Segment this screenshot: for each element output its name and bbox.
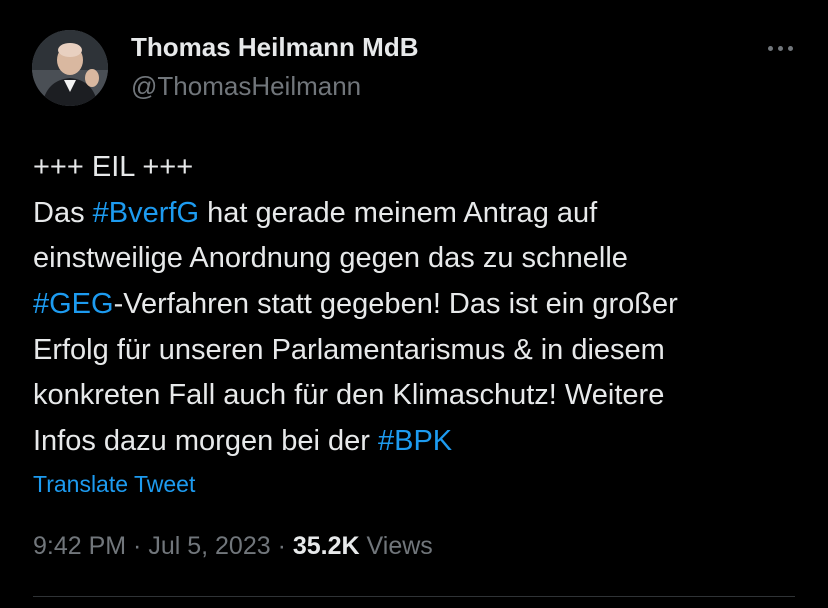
meta-separator: · — [126, 532, 149, 560]
tweet-date[interactable]: Jul 5, 2023 — [148, 532, 270, 560]
tweet-time[interactable]: 9:42 PM — [33, 532, 126, 560]
views-count[interactable]: 35.2K — [293, 532, 360, 560]
translate-tweet-link[interactable]: Translate Tweet — [33, 471, 195, 498]
tweet-text-segment: -Verfahren statt gegeben! Das ist ein gr… — [113, 288, 678, 321]
avatar[interactable] — [32, 30, 108, 106]
divider — [33, 596, 795, 597]
tweet-text-segment: Das — [33, 196, 93, 229]
tweet-text: +++ EIL +++ Das #BverfG hat gerade meine… — [33, 145, 803, 465]
meta-separator: · — [270, 532, 293, 560]
more-horizontal-icon — [787, 45, 793, 51]
tweet-line: konkreten Fall auch für den Klimaschutz!… — [33, 373, 803, 419]
author-handle[interactable]: @ThomasHeilmann — [131, 71, 361, 102]
hashtag-link[interactable]: #GEG — [33, 288, 114, 320]
tweet-line: Erfolg für unseren Parlamentarismus & in… — [33, 328, 803, 374]
tweet-line: +++ EIL +++ — [33, 145, 803, 191]
more-options-button[interactable] — [760, 36, 800, 60]
hashtag-link[interactable]: #BverfG — [93, 197, 199, 229]
tweet-line: einstweilige Anordnung gegen das zu schn… — [33, 236, 803, 282]
more-horizontal-icon — [777, 45, 783, 51]
tweet: Thomas Heilmann MdB @ThomasHeilmann +++ … — [0, 0, 828, 608]
tweet-line: Das #BverfG hat gerade meinem Antrag auf — [33, 191, 803, 237]
tweet-text-segment: Infos dazu morgen bei der — [33, 425, 378, 458]
tweet-metadata: 9:42 PM · Jul 5, 2023 · 35.2K Views — [33, 532, 433, 561]
tweet-line: #GEG-Verfahren statt gegeben! Das ist ei… — [33, 282, 803, 328]
tweet-text-segment: einstweilige Anordnung gegen das zu schn… — [33, 242, 628, 275]
author-display-name[interactable]: Thomas Heilmann MdB — [131, 32, 418, 63]
hashtag-link[interactable]: #BPK — [378, 425, 452, 457]
avatar-image — [32, 30, 108, 106]
tweet-line: Infos dazu morgen bei der #BPK — [33, 419, 803, 465]
tweet-text-segment: konkreten Fall auch für den Klimaschutz!… — [33, 379, 665, 412]
tweet-text-segment: Erfolg für unseren Parlamentarismus & in… — [33, 333, 665, 366]
more-horizontal-icon — [767, 45, 773, 51]
tweet-text-segment: hat gerade meinem Antrag auf — [199, 196, 598, 229]
tweet-text-segment: +++ EIL +++ — [33, 151, 194, 183]
views-label: Views — [359, 532, 433, 560]
